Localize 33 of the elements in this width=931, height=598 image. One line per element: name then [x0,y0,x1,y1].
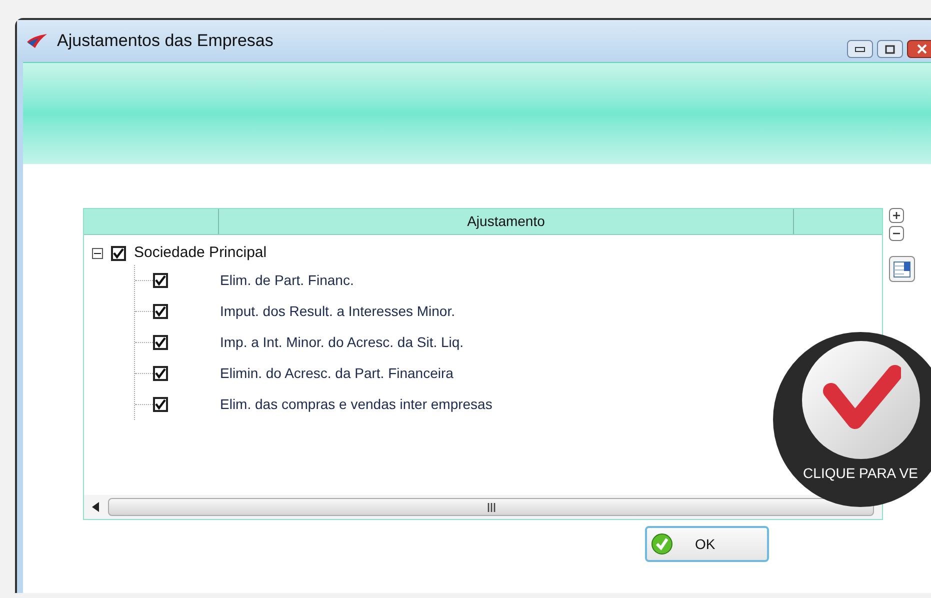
scroll-left-icon[interactable] [92,502,100,512]
collapse-all-button[interactable] [889,226,904,241]
plus-icon [892,211,901,220]
close-icon [917,44,927,54]
ok-button[interactable]: OK [645,526,769,562]
window-title: Ajustamentos das Empresas [57,30,274,52]
checkbox[interactable] [111,246,126,260]
columns-icon [893,260,911,278]
expand-all-button[interactable] [889,208,904,223]
adjustment-label: Imp. a Int. Minor. do Acresc. da Sit. Liq. [220,333,464,352]
close-button[interactable] [907,40,931,58]
checkbox[interactable] [153,273,168,288]
tree-node-label: Sociedade Principal [134,242,267,263]
column-header: Ajustamento [219,209,794,234]
checkbox[interactable] [153,397,168,412]
adjustment-label: Elim. de Part. Financ. [220,271,354,290]
checkmark-icon [651,533,673,555]
maximize-icon [885,44,895,54]
checkbox[interactable] [153,366,168,381]
minimize-icon [855,46,865,52]
column-chooser-button[interactable] [889,256,915,282]
checkbox[interactable] [153,335,168,350]
app-logo-icon [25,32,49,50]
minimize-button[interactable] [847,40,873,58]
adjustment-label: Elim. das compras e vendas inter empresas [220,395,492,414]
checkbox[interactable] [153,304,168,319]
maximize-button[interactable] [877,40,903,58]
tree-toggle[interactable] [92,248,103,258]
adjustment-label: Imput. dos Result. a Interesses Minor. [220,302,455,321]
adjustment-label: Elimin. do Acresc. da Part. Financeira [220,364,454,383]
grip-icon [486,502,496,512]
view-badge[interactable]: CLIQUE PARA VE [773,332,931,507]
scrollbar-thumb[interactable] [108,498,874,516]
